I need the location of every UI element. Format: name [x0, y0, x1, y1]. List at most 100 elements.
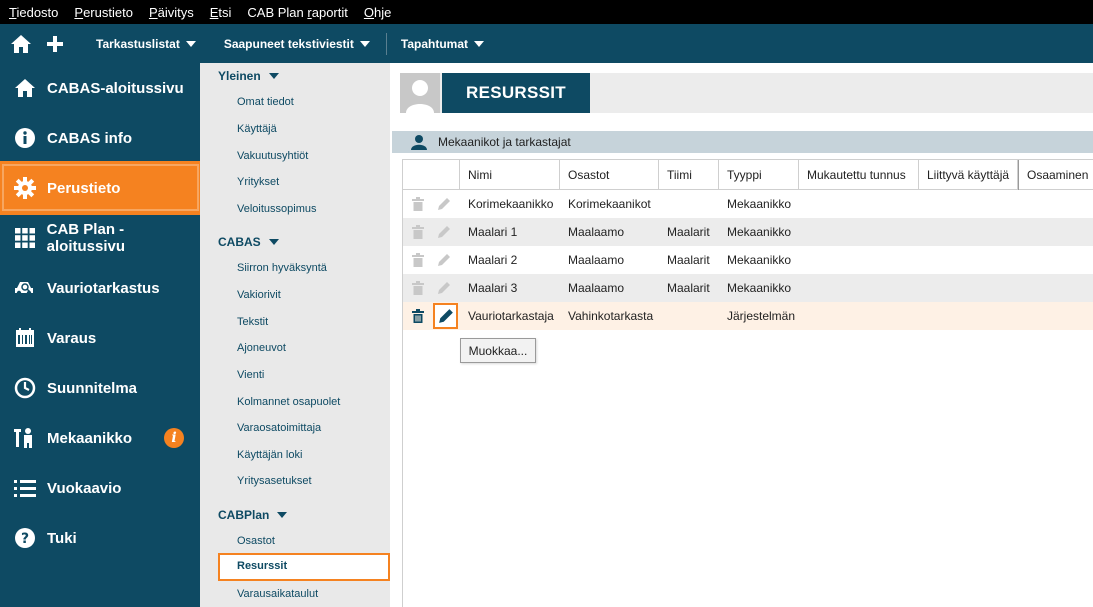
page-title: RESURSSIT — [442, 73, 590, 113]
cell-tyyppi: Mekaanikko — [727, 253, 792, 267]
trash-icon[interactable] — [410, 308, 426, 324]
trash-icon — [410, 252, 426, 268]
cell-osastot: Maalaamo — [568, 253, 625, 267]
toolbar: Tarkastuslistat Saapuneet tekstiviestit … — [0, 24, 1093, 63]
cell-nimi: Maalari 1 — [468, 225, 518, 239]
help-icon: ? — [14, 527, 36, 549]
menu-etsi[interactable]: Etsi — [210, 5, 232, 20]
sidebar-item-suunnitelma[interactable]: Suunnitelma — [0, 363, 200, 413]
subnav-item[interactable]: Yritysasetukset — [237, 475, 312, 487]
person-icon — [410, 133, 428, 151]
sidebar-item-vauriotarkastus[interactable]: Vauriotarkastus — [0, 263, 200, 313]
subnav-item[interactable]: Käyttäjä — [237, 123, 277, 135]
subnav-item[interactable]: Kolmannet osapuolet — [237, 396, 340, 408]
caret-down-icon — [277, 512, 288, 518]
subnav-section-cabas[interactable]: CABAS — [218, 235, 279, 249]
dropdown-tapahtumat[interactable]: Tapahtumat — [401, 37, 484, 51]
subnav-item[interactable]: Vakiorivit — [237, 289, 281, 301]
menu-paivitys[interactable]: Päivitys — [149, 5, 194, 20]
cell-osastot: Vahinkotarkasta — [568, 309, 654, 323]
column-header-tyyppi[interactable]: Tyyppi — [719, 160, 799, 190]
menu-perustieto[interactable]: Perustieto — [74, 5, 133, 20]
svg-text:?: ? — [21, 531, 29, 547]
subnav-item[interactable]: Siirron hyväksyntä — [237, 262, 327, 274]
subnav-item[interactable]: Omat tiedot — [237, 96, 294, 108]
sidebar: CABAS-aloitussivu CABAS info Perustieto … — [0, 63, 202, 607]
main-content: RESURSSIT Mekaanikot ja tarkastajat Nimi… — [390, 63, 1093, 607]
column-header-osaaminen[interactable]: Osaaminen — [1018, 160, 1093, 190]
cell-nimi: Maalari 2 — [468, 253, 518, 267]
column-header-osastot[interactable]: Osastot — [560, 160, 659, 190]
cell-nimi: Korimekaanikko — [468, 197, 554, 211]
cell-tiimi — [659, 302, 667, 330]
sidebar-item-perustieto[interactable]: Perustieto — [0, 161, 202, 215]
column-header-nimi[interactable]: Nimi — [460, 160, 560, 190]
cell-tyyppi: Mekaanikko — [727, 281, 792, 295]
cell-tiimi: Maalarit — [667, 253, 710, 267]
dropdown-tarkastuslistat[interactable]: Tarkastuslistat — [96, 37, 196, 51]
subnav-item[interactable]: Ajoneuvot — [237, 342, 286, 354]
list-icon — [14, 477, 36, 499]
cell-tyyppi: Mekaanikko — [727, 225, 792, 239]
trash-icon — [410, 280, 426, 296]
info-badge-icon[interactable]: i — [164, 428, 184, 448]
subnav-item[interactable]: Varausaikataulut — [237, 588, 318, 600]
clock-icon — [14, 377, 36, 399]
table-header: Nimi Osastot Tiimi Tyyppi Mukautettu tun… — [403, 160, 1093, 190]
pencil-icon — [436, 252, 452, 268]
cell-osastot: Maalaamo — [568, 225, 625, 239]
subnav-item[interactable]: Vakuutusyhtiöt — [237, 150, 308, 162]
toolbar-divider — [385, 32, 387, 55]
trash-icon — [410, 224, 426, 240]
subnav-section-yleinen[interactable]: Yleinen — [218, 69, 279, 83]
subnav-item[interactable]: Vienti — [237, 369, 264, 381]
column-header-mukautettu-tunnus[interactable]: Mukautettu tunnus — [799, 160, 919, 190]
cell-osastot: Maalaamo — [568, 281, 625, 295]
sidebar-item-vuokaavio[interactable]: Vuokaavio — [0, 463, 200, 513]
caret-down-icon — [268, 73, 279, 79]
sidebar-item-cab-plan-aloitussivu[interactable]: CAB Plan -aloitussivu — [0, 213, 200, 263]
caret-down-icon — [359, 40, 370, 47]
calendar-icon — [14, 327, 36, 349]
subnav-item[interactable]: Osastot — [237, 535, 275, 547]
menu-bar: Tiedosto Perustieto Päivitys Etsi CAB Pl… — [0, 0, 1093, 24]
subnav-item[interactable]: Yritykset — [237, 176, 279, 188]
subnav-item[interactable]: Veloitussopimus — [237, 203, 317, 215]
edit-tooltip: Muokkaa... — [460, 338, 536, 363]
sidebar-item-tuki[interactable]: ? Tuki — [0, 513, 200, 563]
subnav-section-cabplan[interactable]: CABPlan — [218, 508, 288, 522]
sub-navigation: Yleinen Omat tiedot Käyttäjä Vakuutusyht… — [200, 63, 390, 607]
trash-icon — [410, 196, 426, 212]
subnav-item-label: Resurssit — [237, 560, 288, 572]
column-header-liittyva-kayttaja[interactable]: Liittyvä käyttäjä — [919, 160, 1018, 190]
pencil-icon — [438, 308, 454, 327]
menu-ohje[interactable]: Ohje — [364, 5, 391, 20]
cell-tyyppi: Järjestelmän — [727, 309, 796, 323]
car-search-icon — [14, 277, 36, 299]
table-row[interactable]: Korimekaanikko Korimekaanikot Mekaanikko — [403, 190, 1093, 218]
dropdown-saapuneet-tekstiviestit[interactable]: Saapuneet tekstiviestit — [224, 37, 370, 51]
menu-cab-plan-raportit[interactable]: CAB Plan raportit — [247, 5, 347, 20]
sidebar-item-mekaanikko[interactable]: Mekaanikko i — [0, 413, 200, 463]
user-avatar-icon — [400, 73, 440, 113]
subnav-item[interactable]: Tekstit — [237, 316, 268, 328]
table-row-selected[interactable]: Vauriotarkastaja Vahinkotarkasta Järjest… — [403, 302, 1093, 330]
plus-icon[interactable] — [44, 33, 66, 55]
table-row[interactable]: Maalari 2 Maalaamo Maalarit Mekaanikko — [403, 246, 1093, 274]
subnav-item[interactable]: Käyttäjän loki — [237, 449, 302, 461]
subnav-item-resurssit-active[interactable]: Resurssit — [218, 553, 390, 581]
info-icon — [14, 127, 36, 149]
sidebar-item-cabas-info[interactable]: CABAS info — [0, 113, 200, 163]
column-header-tiimi[interactable]: Tiimi — [659, 160, 719, 190]
sidebar-item-cabas-aloitussivu[interactable]: CABAS-aloitussivu — [0, 63, 200, 113]
menu-tiedosto[interactable]: Tiedosto — [9, 5, 58, 20]
subnav-item[interactable]: Varaosatoimittaja — [237, 422, 321, 434]
edit-button[interactable] — [433, 303, 458, 329]
table-row[interactable]: Maalari 3 Maalaamo Maalarit Mekaanikko — [403, 274, 1093, 302]
cell-tiimi: Maalarit — [667, 225, 710, 239]
pencil-icon — [436, 280, 452, 296]
grid-icon — [14, 227, 36, 249]
home-icon[interactable] — [10, 33, 32, 55]
table-row[interactable]: Maalari 1 Maalaamo Maalarit Mekaanikko — [403, 218, 1093, 246]
sidebar-item-varaus[interactable]: Varaus — [0, 313, 200, 363]
